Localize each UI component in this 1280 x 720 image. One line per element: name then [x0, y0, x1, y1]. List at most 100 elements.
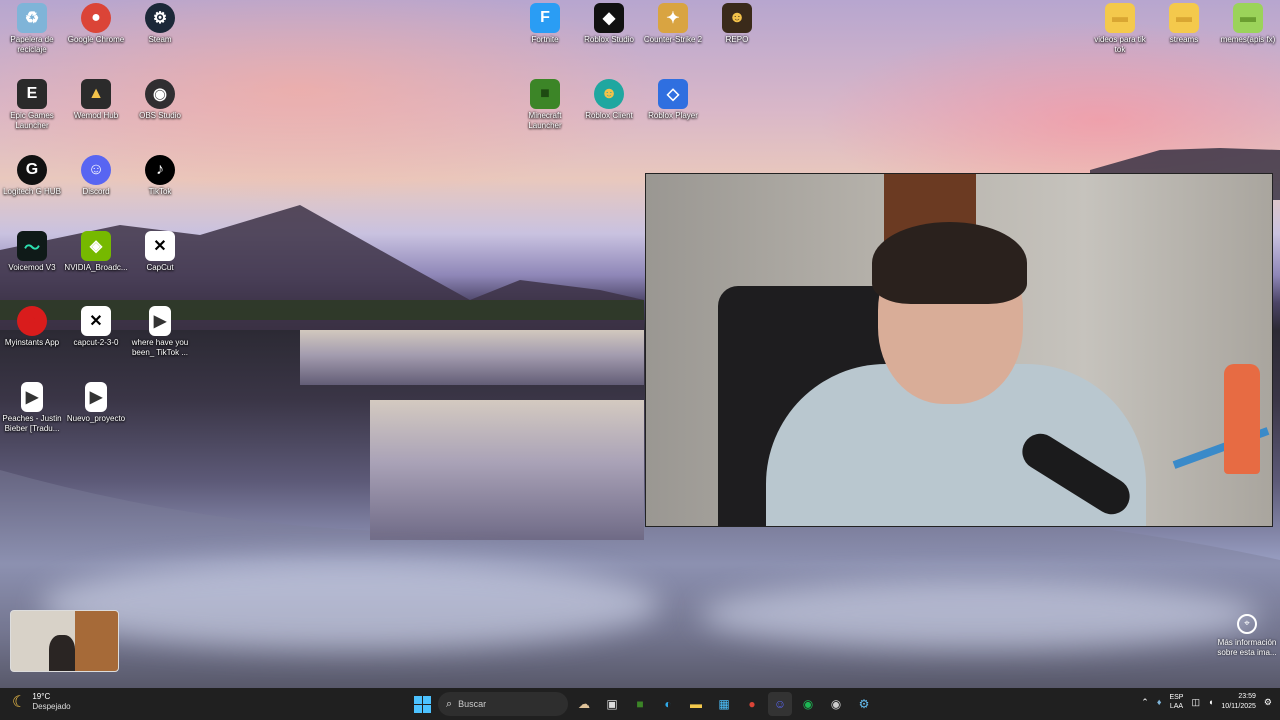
waterfall-upper [300, 330, 644, 385]
clock[interactable]: 23:59 10/11/2025 [1221, 692, 1256, 712]
desktop-icon-capcut[interactable]: ✕ CapCut [128, 231, 192, 273]
desktop-icon-minecraft[interactable]: ■ Minecraft Launcher [513, 79, 577, 131]
discord-taskbar-icon: ☺ [773, 697, 787, 711]
desktop-icon-logitech[interactable]: G Logitech G HUB [0, 155, 64, 197]
weather-widget[interactable]: ☾ 19°C Despejado [12, 692, 71, 712]
desktop-icon-voicemod[interactable]: 〜 Voicemod V3 [0, 231, 64, 273]
widgets-button[interactable]: ☁ [572, 692, 596, 716]
desktop-icon-label: capcut-2-3-0 [73, 338, 119, 347]
webcam-overlay [645, 173, 1273, 527]
desktop-icon-steam[interactable]: ⚙ Steam [128, 3, 192, 45]
microphone-icon[interactable]: ♦ [1157, 697, 1162, 707]
desktop-icon-label: Minecraft Launcher [528, 111, 562, 130]
roblox-player-icon: ◇ [658, 79, 688, 109]
taskbar-discord[interactable]: ☺ [768, 692, 792, 716]
desktop-icon-label: OBS Studio [139, 111, 181, 120]
capcut-file-icon: ✕ [81, 306, 111, 336]
desktop-icon-label: Roblox Client [585, 111, 633, 120]
desktop-icon-label: Steam [148, 35, 172, 44]
desktop-icon-label: REPO [725, 35, 749, 44]
folder-icon: ▬ [1233, 3, 1263, 33]
repo-icon: ☻ [722, 3, 752, 33]
edge-icon: ◐ [664, 697, 672, 711]
nvidia-icon: ◈ [81, 231, 111, 261]
video-file-icon: ▶ [149, 306, 171, 336]
waterfall-lower [370, 400, 644, 540]
desktop-icon-nvidia[interactable]: ◈ NVIDIA_Broadc... [64, 231, 128, 273]
discord-icon: ☺ [81, 155, 111, 185]
start-button[interactable] [410, 692, 434, 716]
taskbar-minecraft[interactable]: ■ [628, 692, 652, 716]
desktop-icon-fortnite[interactable]: F Fortnite [513, 3, 577, 45]
taskbar-search[interactable]: ⌕ Buscar [438, 692, 568, 716]
minecraft-icon: ■ [530, 79, 560, 109]
desktop-icon-chrome[interactable]: ● Google Chrome [64, 3, 128, 45]
desktop-icon-repo[interactable]: ☻ REPO [705, 3, 769, 45]
desktop-icon-label: NVIDIA_Broadc... [64, 263, 128, 272]
windows-icon [413, 695, 431, 713]
chrome-icon: ● [81, 3, 111, 33]
desktop-icon-nuevo-proyecto[interactable]: ▶ Nuevo_proyecto [64, 382, 128, 424]
desktop-icon-epic-games[interactable]: E Epic Games Launcher [0, 79, 64, 131]
water-mist [40, 560, 660, 650]
desktop-icon-label: Roblox Studio [584, 35, 634, 44]
desktop-icon-peaches[interactable]: ▶ Peaches - Justin Bieber [Tradu... [0, 382, 64, 434]
desktop-folder-memes[interactable]: ▬ memes(apis fx) [1216, 3, 1280, 45]
camera-thumbnail[interactable] [10, 610, 119, 672]
desktop-folder-streams[interactable]: ▬ streams [1152, 3, 1216, 45]
notification-bell-icon[interactable]: ⚙ [1264, 697, 1272, 708]
moon-icon: ☾ [12, 694, 27, 711]
desktop-icon-roblox-studio[interactable]: ◆ Roblox Studio [577, 3, 641, 45]
desktop-icon-obs[interactable]: ◉ OBS Studio [128, 79, 192, 121]
taskbar-file-explorer[interactable]: ▬ [684, 692, 708, 716]
task-view-button[interactable]: ▣ [600, 692, 624, 716]
desktop-icon-recycle-bin[interactable]: ♻ Papelera de reciclaje [0, 3, 64, 55]
desktop-icon-label: Nuevo_proyecto [66, 414, 126, 423]
desktop-icon-roblox-client[interactable]: ☻ Roblox Client [577, 79, 641, 121]
taskbar-steam[interactable]: ⚙ [852, 692, 876, 716]
desktop-icon-label: Papelera de reciclaje [10, 35, 54, 54]
desktop-icon-tiktok[interactable]: ♪ TikTok [128, 155, 192, 197]
epic-games-icon: E [17, 79, 47, 109]
voicemod-icon: 〜 [17, 231, 47, 261]
tiktok-icon: ♪ [145, 155, 175, 185]
weather-temp: 19°C [32, 692, 51, 701]
speaker-icon[interactable]: ◖ [1208, 697, 1213, 707]
taskbar-edge[interactable]: ◐ [656, 692, 680, 716]
store-icon: ▦ [718, 697, 730, 711]
camera-thumbnail-person [49, 635, 75, 671]
folder-icon: ▬ [1105, 3, 1135, 33]
desktop-icon-label: Myinstants App [4, 338, 60, 347]
desktop-icon-label: CapCut [146, 263, 174, 272]
desktop-icon-label: Peaches - Justin Bieber [Tradu... [2, 414, 62, 433]
desktop-icon-label: Epic Games Launcher [10, 111, 54, 130]
desktop-icon-label: where have you been_ TikTok ... [131, 338, 189, 357]
logitech-icon: G [17, 155, 47, 185]
task-view-icon: ▣ [606, 697, 618, 711]
desktop-icon-capcut-file[interactable]: ✕ capcut-2-3-0 [64, 306, 128, 348]
taskbar: ☾ 19°C Despejado ⌕ Buscar ☁ ▣ ■ ◐ ▬ ▦ ● … [0, 688, 1280, 720]
desktop-icon-wemod[interactable]: ▲ Wemod Hub [64, 79, 128, 121]
desktop-icon-where-have-you-been[interactable]: ▶ where have you been_ TikTok ... [128, 306, 192, 358]
desktop-icon-discord[interactable]: ☺ Discord [64, 155, 128, 197]
taskbar-obs[interactable]: ◉ [824, 692, 848, 716]
roblox-client-icon: ☻ [594, 79, 624, 109]
desktop-folder-videos-tiktok[interactable]: ▬ videos para tik tok [1088, 3, 1152, 55]
weather-desc: Despejado [32, 702, 71, 711]
webcam-bottle [1224, 364, 1260, 474]
fortnite-icon: F [530, 3, 560, 33]
spotlight-info[interactable]: ⌖ Más información sobre esta ima... [1212, 614, 1280, 658]
taskbar-chrome[interactable]: ● [740, 692, 764, 716]
language-indicator[interactable]: ESP LAA [1169, 693, 1183, 711]
desktop-icon-myinstants[interactable]: ● Myinstants App [0, 306, 64, 348]
chevron-up-icon[interactable]: ⌃ [1141, 697, 1149, 708]
taskbar-spotify[interactable]: ◉ [796, 692, 820, 716]
desktop-icon-counter-strike[interactable]: ✦ Counter-Strike 2 [641, 3, 705, 45]
steam-taskbar-icon: ⚙ [858, 697, 870, 711]
video-file-icon: ▶ [21, 382, 43, 412]
desktop-icon-label: TikTok [148, 187, 172, 196]
desktop-icon-roblox-player[interactable]: ◇ Roblox Player [641, 79, 705, 121]
spotify-icon: ◉ [802, 697, 814, 711]
wifi-icon[interactable]: ◫ [1191, 697, 1200, 708]
taskbar-store[interactable]: ▦ [712, 692, 736, 716]
